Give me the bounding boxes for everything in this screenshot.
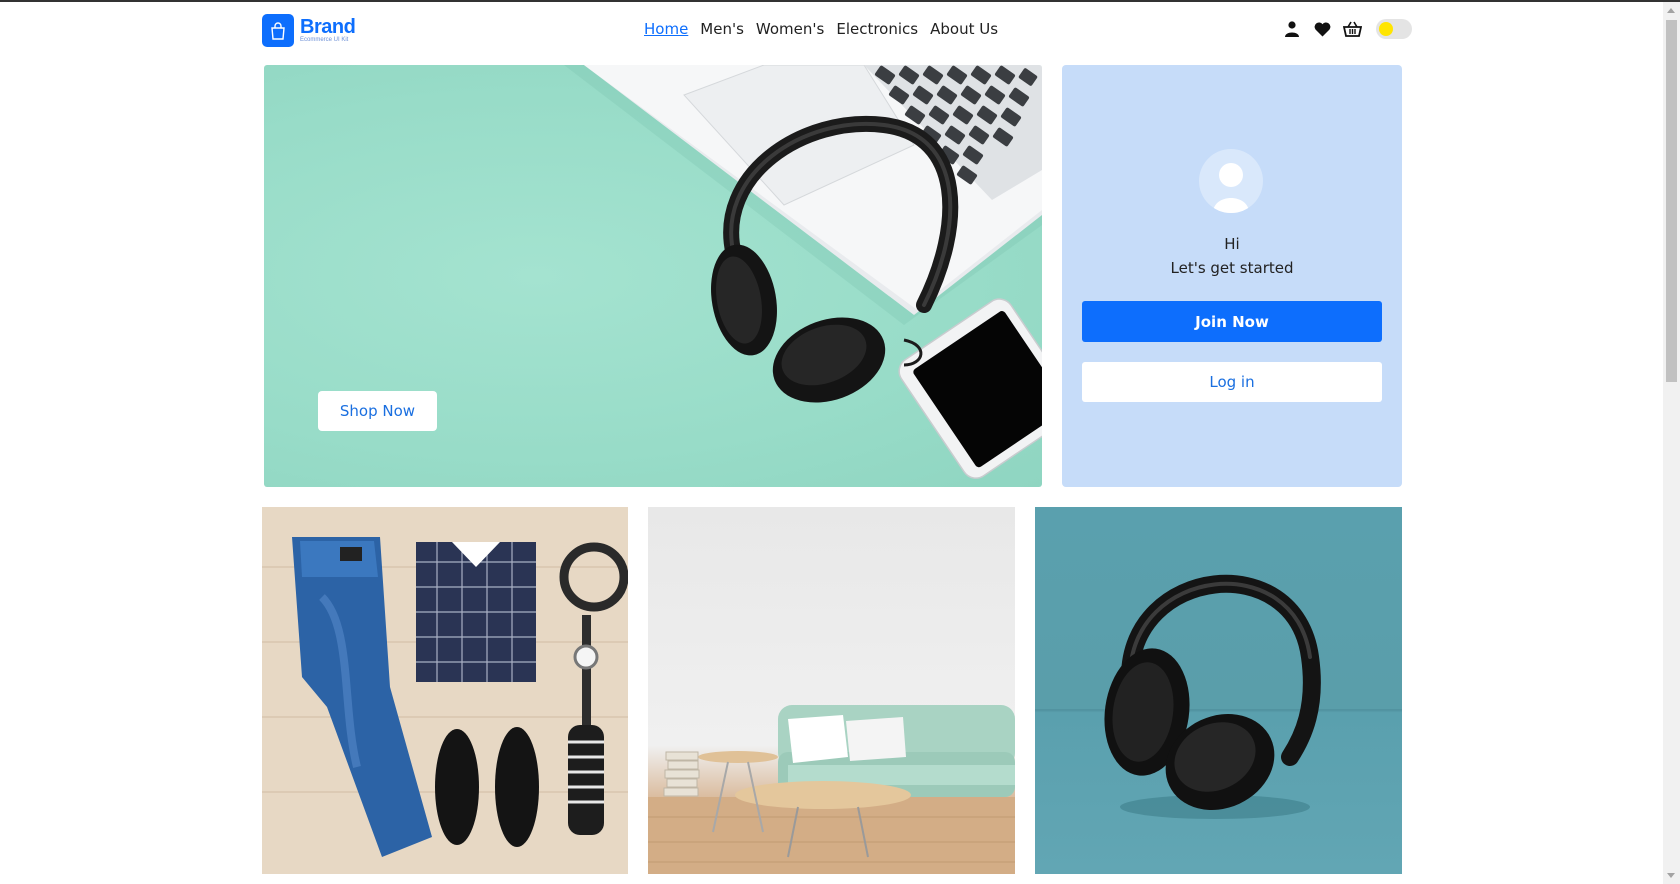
brand-tagline: Ecommerce UI Kit [300, 37, 349, 43]
basket-icon[interactable] [1342, 19, 1362, 39]
main-nav: Home Men's Women's Electronics About Us [644, 20, 998, 38]
theme-toggle[interactable] [1376, 19, 1412, 39]
join-now-button[interactable]: Join Now [1082, 301, 1382, 342]
vertical-scrollbar[interactable] [1663, 2, 1680, 884]
brand-name: Brand [300, 16, 356, 38]
greeting-text: Hi [1224, 235, 1240, 253]
welcome-panel: Hi Let's get started Join Now Log in [1062, 65, 1402, 487]
headphones-product-image [1104, 574, 1321, 819]
nav-electronics[interactable]: Electronics [836, 20, 918, 38]
category-tile-mens-clothing[interactable] [262, 507, 628, 874]
toggle-knob [1379, 22, 1393, 36]
hero-banner: Shop Now [264, 65, 1042, 487]
scroll-down-arrow-icon[interactable] [1667, 873, 1675, 878]
nav-womens[interactable]: Women's [756, 20, 824, 38]
header-actions [1282, 19, 1412, 39]
category-tile-electronics[interactable] [1035, 507, 1402, 874]
nav-about-us[interactable]: About Us [930, 20, 998, 38]
nav-home[interactable]: Home [644, 20, 688, 38]
nav-mens[interactable]: Men's [700, 20, 744, 38]
user-icon[interactable] [1282, 19, 1302, 39]
window-top-border [0, 0, 1680, 2]
scroll-up-arrow-icon[interactable] [1667, 8, 1675, 13]
brand-logo[interactable]: Brand Ecommerce UI Kit [262, 14, 356, 47]
clothing-flatlay-image [262, 537, 628, 857]
user-avatar-icon [1199, 149, 1263, 213]
shop-now-button[interactable]: Shop Now [318, 391, 437, 431]
scrollbar-thumb[interactable] [1666, 20, 1677, 382]
heart-icon[interactable] [1312, 19, 1332, 39]
living-room-image [648, 705, 1015, 874]
greeting-subtitle: Let's get started [1170, 259, 1294, 277]
shopping-bag-icon [262, 14, 294, 47]
log-in-button[interactable]: Log in [1082, 362, 1382, 402]
category-tile-home-living[interactable] [648, 507, 1015, 874]
